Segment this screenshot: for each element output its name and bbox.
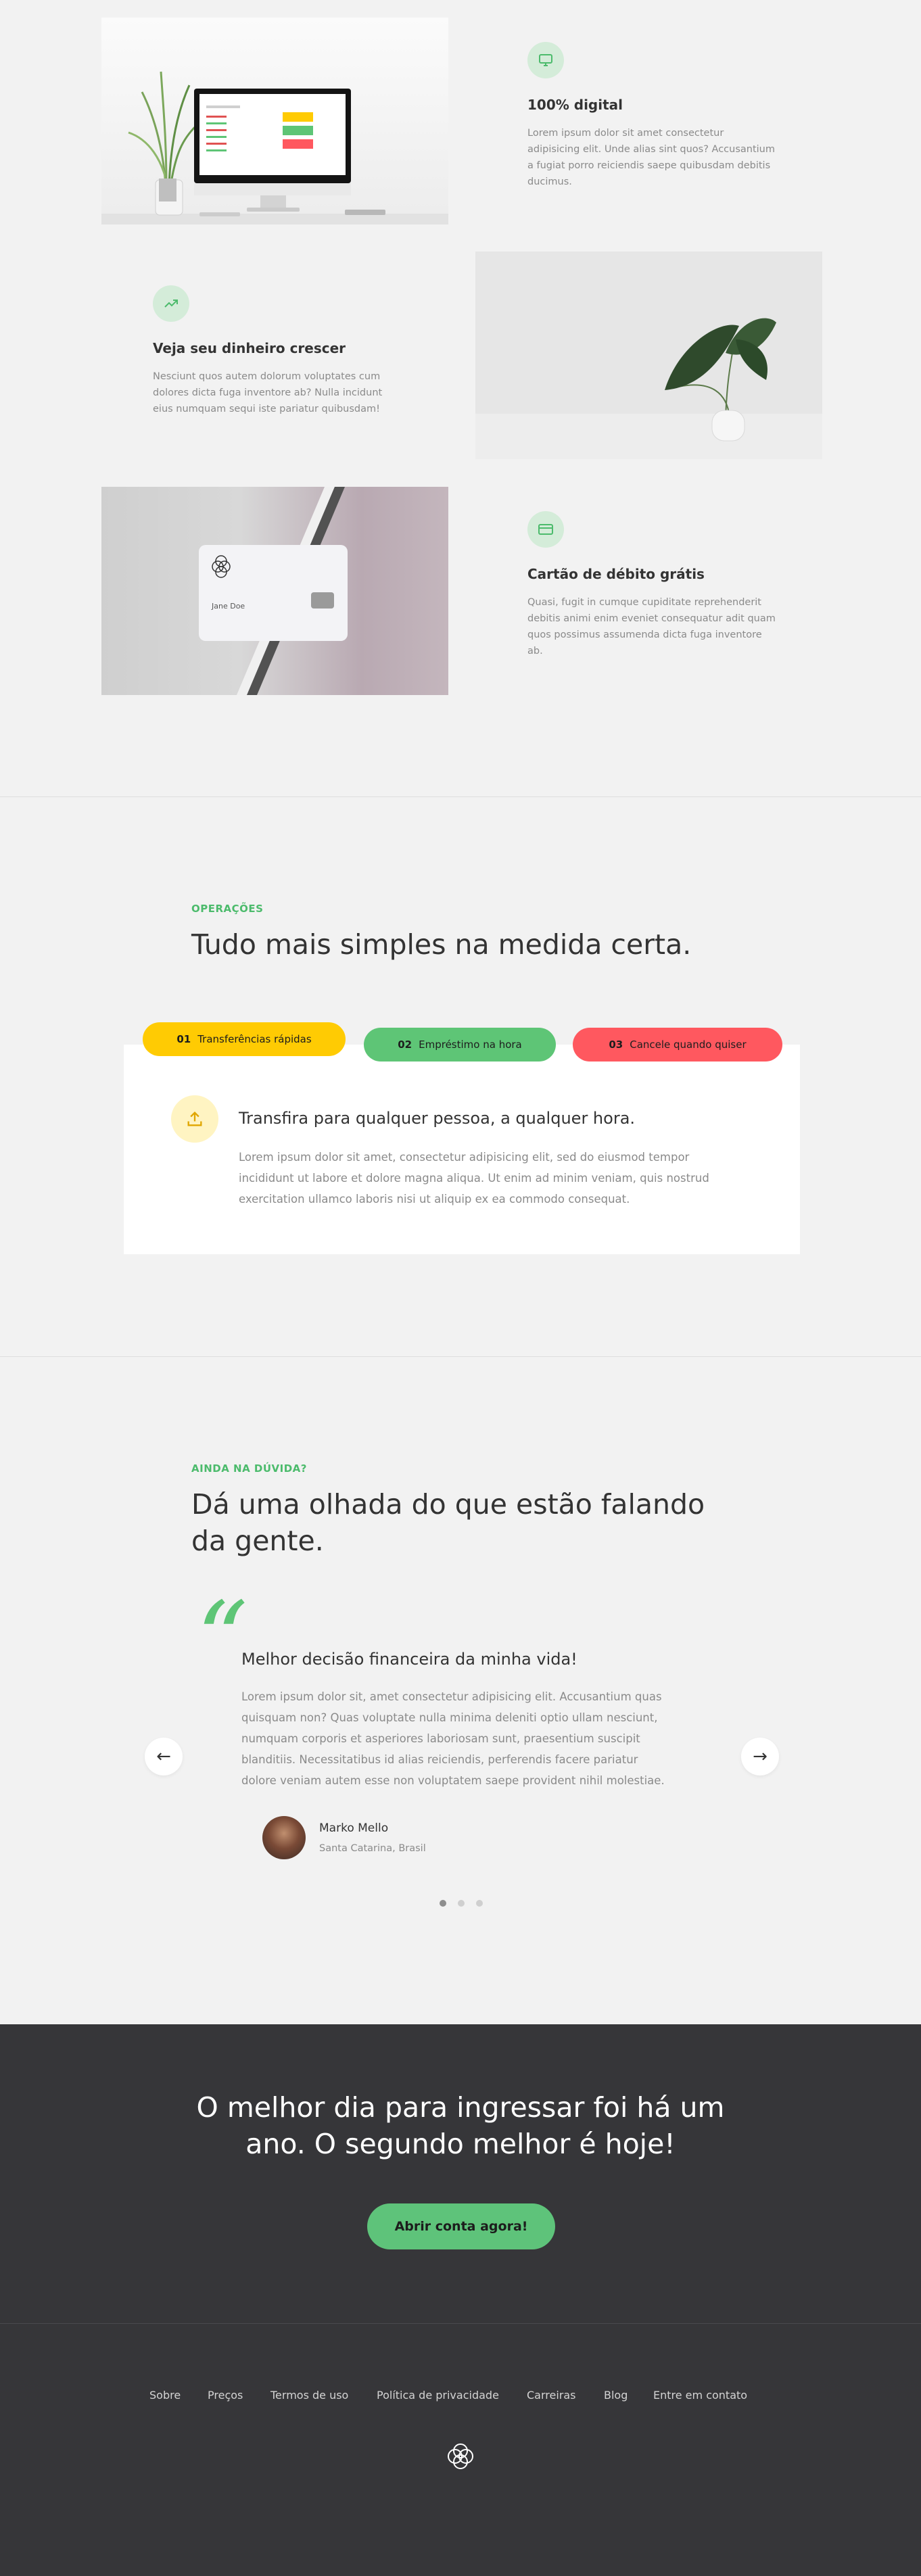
section-divider (0, 796, 921, 797)
logo-icon[interactable] (444, 2439, 477, 2473)
cta-section (0, 2024, 921, 2323)
feature-title: Veja seu dinheiro crescer (153, 340, 346, 356)
tab-label: Empréstimo na hora (419, 1039, 522, 1051)
card-holder-name: Jane Doe (212, 602, 245, 611)
tab-label: Transferências rápidas (197, 1033, 312, 1045)
slider-dot[interactable] (458, 1900, 465, 1907)
plant-image (475, 252, 822, 459)
slider-dot[interactable] (476, 1900, 483, 1907)
footer-divider (0, 2323, 921, 2324)
tab-transferencias[interactable]: 01 Transferências rápidas (143, 1022, 346, 1056)
section-title-line: Dá uma olhada do que estão falando (191, 1488, 705, 1521)
slider-dot[interactable] (440, 1900, 446, 1907)
upload-icon (171, 1095, 218, 1143)
avatar (262, 1816, 306, 1859)
author-name: Marko Mello (319, 1821, 389, 1835)
section-eyebrow: AINDA NA DÚVIDA? (191, 1462, 307, 1475)
footer-link-blog[interactable]: Blog (604, 2389, 628, 2402)
section-divider (0, 1356, 921, 1357)
cta-title-line: O melhor dia para ingressar foi há um (196, 2091, 725, 2124)
testimonial-text: Lorem ipsum dolor sit, amet consectetur … (241, 1690, 665, 1787)
feature-text: Nesciunt quos autem dolorum voluptates c… (153, 371, 383, 414)
footer-link-sobre[interactable]: Sobre (149, 2389, 181, 2402)
slider-prev-button[interactable]: ← (145, 1738, 183, 1775)
tab-cancele[interactable]: 03 Cancele quando quiser (573, 1028, 782, 1062)
footer-link-carreiras[interactable]: Carreiras (527, 2389, 576, 2402)
section-eyebrow: OPERAÇÕES (191, 903, 264, 915)
tab-label: Cancele quando quiser (630, 1039, 747, 1051)
feature-title: Cartão de débito grátis (527, 566, 705, 582)
section-title: Dá uma olhada do que estão falando da ge… (191, 1486, 800, 1559)
feature-title: 100% digital (527, 97, 623, 113)
digital-computer-image (101, 18, 448, 224)
monitor-icon (527, 42, 564, 78)
cta-title-line: ano. O segundo melhor é hoje! (245, 2128, 676, 2160)
footer-link-privacidade[interactable]: Política de privacidade (377, 2389, 499, 2402)
debit-card-image: Jane Doe (101, 487, 448, 695)
operation-text: Lorem ipsum dolor sit amet, consectetur … (239, 1151, 709, 1206)
feature-text: Lorem ipsum dolor sit amet consectetur a… (527, 128, 775, 187)
tab-number: 03 (609, 1039, 623, 1051)
tab-number: 02 (398, 1039, 412, 1051)
footer-link-precos[interactable]: Preços (208, 2389, 243, 2402)
footer-link-termos[interactable]: Termos de uso (270, 2389, 348, 2402)
testimonial-headline: Melhor decisão financeira da minha vida! (241, 1650, 577, 1669)
cta-title: O melhor dia para ingressar foi há um an… (0, 2089, 921, 2162)
quote-mark: “ (196, 1581, 248, 1698)
footer-link-contato[interactable]: Entre em contato (653, 2389, 747, 2402)
slider-next-button[interactable]: → (741, 1738, 779, 1775)
tab-number: 01 (176, 1033, 191, 1045)
section-title: Tudo mais simples na medida certa. (191, 928, 692, 961)
feature-text: Quasi, fugit in cumque cupiditate repreh… (527, 597, 776, 657)
section-title-line: da gente. (191, 1525, 324, 1557)
trending-up-icon (153, 285, 189, 322)
tab-emprestimo[interactable]: 02 Empréstimo na hora (364, 1028, 556, 1062)
open-account-button[interactable]: Abrir conta agora! (367, 2203, 555, 2249)
author-location: Santa Catarina, Brasil (319, 1843, 426, 1854)
operation-title: Transfira para qualquer pessoa, a qualqu… (239, 1109, 636, 1128)
credit-card-icon (527, 511, 564, 548)
